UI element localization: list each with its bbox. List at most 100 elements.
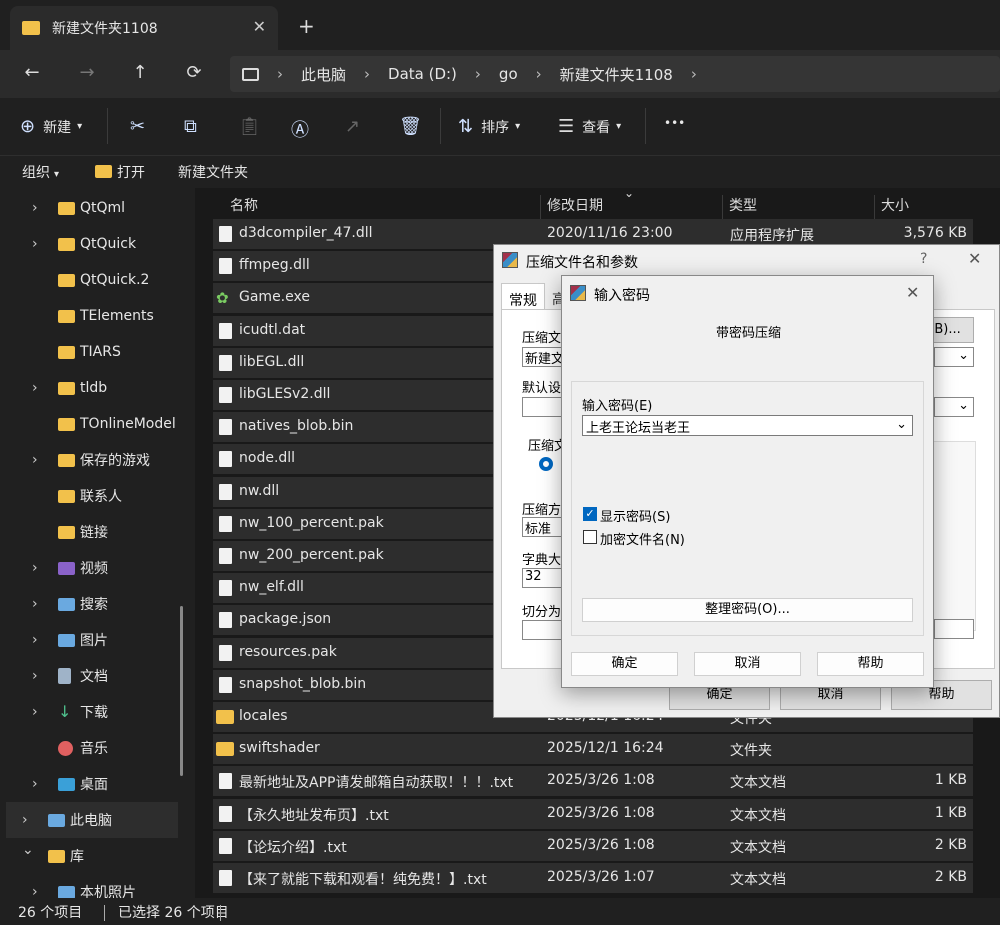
sidebar-item[interactable]: › tldb <box>0 370 195 406</box>
sidebar-item[interactable]: TElements <box>0 298 195 334</box>
table-row[interactable]: 【来了就能下载和观看！纯免费！】.txt 2025/3/26 1:07 文本文档 2 … <box>213 863 973 893</box>
breadcrumb-item[interactable]: Data (D:) <box>388 65 457 83</box>
address-bar[interactable]: › 此电脑 › Data (D:) › go › 新建文件夹1108 › <box>230 56 1000 92</box>
sidebar-item[interactable]: › 搜索 <box>0 586 195 622</box>
cancel-button[interactable]: 取消 <box>694 652 801 676</box>
open-button[interactable]: 打开 <box>95 162 145 182</box>
chevron-right-icon[interactable]: › <box>32 776 38 792</box>
table-row[interactable]: 最新地址及APP请发邮箱自动获取！！！.txt 2025/3/26 1:08 文本文… <box>213 766 973 797</box>
tab-general[interactable]: 常规 <box>501 283 545 309</box>
chevron-right-icon[interactable]: › <box>32 380 38 396</box>
chevron-right-icon[interactable]: › <box>32 668 38 684</box>
sidebar-item[interactable]: TOnlineModel <box>0 406 195 442</box>
sidebar-item[interactable]: TIARS <box>0 334 195 370</box>
rename-icon[interactable]: Ⓐ <box>291 116 309 142</box>
sidebar-item[interactable]: › QtQml <box>0 190 195 226</box>
new-folder-button[interactable]: 新建文件夹 <box>178 162 248 182</box>
file-name: 【永久地址发布页】.txt <box>239 807 389 824</box>
winrar-icon <box>502 252 518 268</box>
show-password-label: 显示密码(S) <box>600 510 671 525</box>
view-icon: ☰ <box>558 116 575 137</box>
breadcrumb-item[interactable]: go <box>499 65 518 83</box>
sort-button[interactable]: ⇅ 排序 ▾ <box>458 116 520 137</box>
sidebar-item[interactable]: 联系人 <box>0 478 195 514</box>
new-tab-button[interactable]: + <box>298 14 315 38</box>
encrypt-filenames-checkbox[interactable] <box>583 530 597 544</box>
divider <box>645 108 646 144</box>
column-type[interactable]: 类型 <box>729 195 757 215</box>
column-name[interactable]: 名称 <box>230 195 258 215</box>
table-row[interactable]: 【永久地址发布页】.txt 2025/3/26 1:08 文本文档 1 KB <box>213 798 973 829</box>
sidebar-item[interactable]: 链接 <box>0 514 195 550</box>
cut-icon[interactable]: ✂ <box>130 116 145 137</box>
chevron-right-icon[interactable]: › <box>32 632 38 648</box>
chevron-right-icon[interactable]: › <box>22 812 28 828</box>
help-icon[interactable]: ? <box>920 251 927 267</box>
radio-rar[interactable] <box>539 457 553 471</box>
text-field[interactable] <box>934 619 974 639</box>
more-options-button[interactable]: ••• <box>664 116 685 130</box>
sidebar-scrollbar[interactable] <box>180 606 183 776</box>
sidebar-item[interactable]: QtQuick.2 <box>0 262 195 298</box>
copy-icon[interactable]: ⧉ <box>184 116 197 137</box>
file-date: 2025/3/26 1:08 <box>547 804 655 821</box>
close-icon[interactable]: ✕ <box>906 283 919 302</box>
table-row[interactable]: 【论坛介绍】.txt 2025/3/26 1:08 文本文档 2 KB <box>213 830 973 861</box>
refresh-button[interactable]: ⟳ <box>182 62 206 83</box>
download-icon: ↓ <box>58 702 72 721</box>
forward-button[interactable]: → <box>75 62 99 83</box>
show-password-checkbox[interactable]: ✓ <box>583 507 597 521</box>
folder-icon <box>22 21 40 35</box>
ok-button[interactable]: 确定 <box>571 652 678 676</box>
file-name: locales <box>239 708 288 724</box>
sidebar-item[interactable]: › ↓ 下载 <box>0 694 195 730</box>
sidebar-item[interactable]: › 保存的游戏 <box>0 442 195 478</box>
chevron-right-icon[interactable]: › <box>32 236 38 252</box>
share-icon[interactable]: ↗ <box>345 116 360 137</box>
view-button[interactable]: ☰ 查看 ▾ <box>558 116 621 137</box>
dropdown-chevron-icon[interactable]: ⌄ <box>896 417 907 432</box>
new-button[interactable]: ⊕ 新建 ▾ <box>20 116 82 137</box>
file-icon <box>219 676 232 693</box>
sidebar-item[interactable]: 音乐 <box>0 730 195 766</box>
documents-icon <box>58 668 71 684</box>
delete-icon[interactable]: 🗑︎ <box>399 116 422 137</box>
help-button[interactable]: 帮助 <box>817 652 924 676</box>
tab-close-icon[interactable]: ✕ <box>253 17 266 36</box>
breadcrumb-item[interactable]: 新建文件夹1108 <box>560 64 673 85</box>
dialog-title: 压缩文件名和参数 <box>526 255 638 271</box>
sidebar-item[interactable]: › 桌面 <box>0 766 195 802</box>
chevron-right-icon[interactable]: › <box>32 596 38 612</box>
breadcrumb-item[interactable]: 此电脑 <box>301 64 346 85</box>
chevron-right-icon[interactable]: › <box>32 452 38 468</box>
sidebar-item[interactable]: › 此电脑 <box>6 802 178 838</box>
chevron-right-icon[interactable]: › <box>32 704 38 720</box>
sidebar-item[interactable]: › 本机照片 <box>0 874 195 898</box>
tab-active[interactable]: 新建文件夹1108 ✕ <box>10 6 278 50</box>
dropdown-chevron-icon[interactable]: ⌄ <box>934 397 974 417</box>
close-icon[interactable]: ✕ <box>968 249 981 268</box>
sidebar-item[interactable]: › 视频 <box>0 550 195 586</box>
organize-passwords-button[interactable]: 整理密码(O)... <box>582 598 913 622</box>
dropdown-chevron-icon[interactable]: ⌄ <box>934 347 974 367</box>
file-icon <box>219 419 232 436</box>
sidebar-item[interactable]: ⌄ 库 <box>0 838 195 874</box>
sidebar-item[interactable]: › 文档 <box>0 658 195 694</box>
sidebar-item[interactable]: › 图片 <box>0 622 195 658</box>
paste-icon[interactable]: 📋︎ <box>238 116 261 137</box>
sidebar-item[interactable]: › QtQuick <box>0 226 195 262</box>
column-date[interactable]: 修改日期 <box>547 195 603 215</box>
chevron-right-icon[interactable]: › <box>32 200 38 216</box>
chevron-right-icon[interactable]: › <box>32 560 38 576</box>
up-button[interactable]: ↑ <box>128 62 152 83</box>
chevron-right-icon[interactable]: › <box>32 884 38 898</box>
organize-button[interactable]: 组织 ▾ <box>22 162 59 182</box>
file-icon <box>219 837 232 854</box>
password-input[interactable]: 上老王论坛当老王 ⌄ <box>582 415 913 436</box>
table-row[interactable]: swiftshader 2025/12/1 16:24 文件夹 <box>213 734 973 765</box>
chevron-right-icon[interactable]: › <box>691 65 697 83</box>
column-size[interactable]: 大小 <box>881 195 909 215</box>
sidebar-item-label: 文档 <box>80 669 108 685</box>
chevron-down-icon[interactable]: ⌄ <box>22 842 34 858</box>
back-button[interactable]: ← <box>20 62 44 83</box>
